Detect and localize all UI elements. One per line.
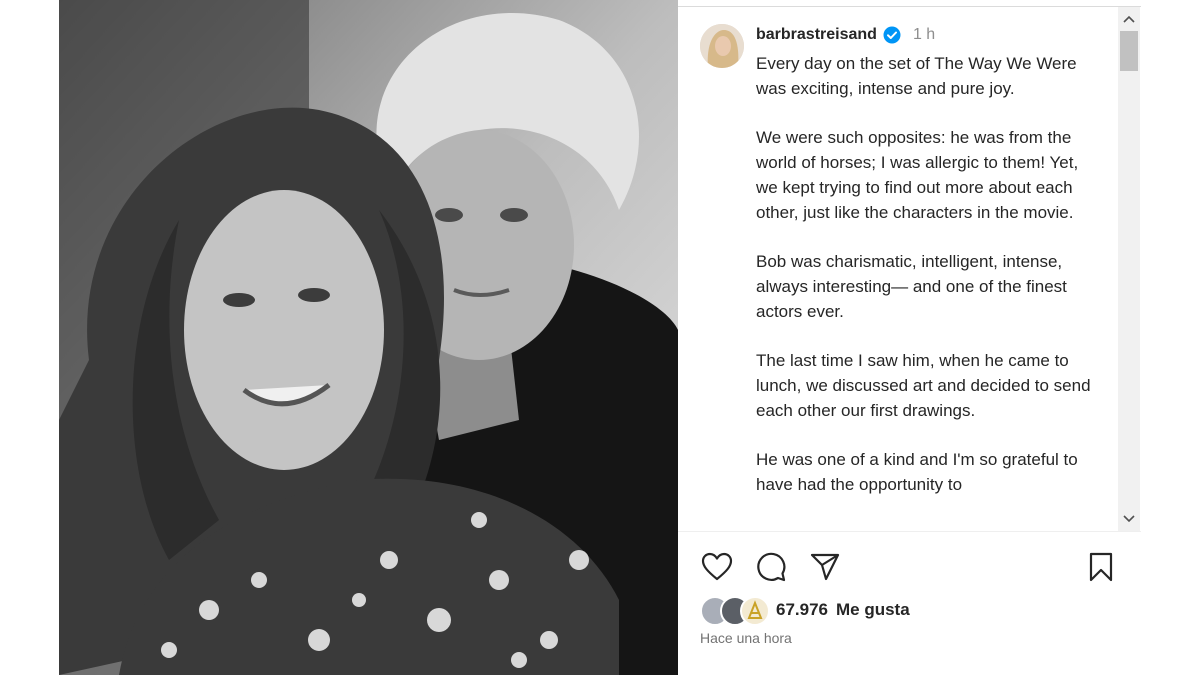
comment-button[interactable]: [754, 550, 788, 584]
liker-avatars: [700, 596, 770, 626]
post-actions-bar: [700, 550, 1120, 586]
comment-bubble-icon: [757, 552, 786, 582]
caption-scrollbar[interactable]: [1118, 7, 1140, 531]
actions-divider: [678, 531, 1141, 532]
avatar[interactable]: [700, 24, 744, 68]
post-photo: [59, 0, 678, 675]
liker-avatar: [740, 596, 770, 626]
like-button[interactable]: [700, 550, 734, 584]
likes-count[interactable]: 67.976: [776, 600, 828, 620]
paper-plane-icon: [810, 553, 840, 581]
caption-paragraph: The last time I saw him, when he came to…: [756, 351, 1091, 420]
heart-icon: [701, 552, 733, 581]
share-button[interactable]: [808, 550, 842, 584]
likes-summary[interactable]: 67.976 Me gusta: [700, 596, 910, 626]
save-button[interactable]: [1084, 550, 1118, 584]
scroll-thumb[interactable]: [1120, 31, 1138, 71]
verified-badge-icon: [883, 26, 901, 44]
scroll-up-button[interactable]: [1118, 9, 1140, 29]
liker-logo-icon: [747, 600, 763, 619]
photo-illustration: [59, 0, 678, 675]
avatar-image: [700, 24, 744, 68]
caption-scroll-area[interactable]: barbrastreisand 1 h Every day on the set…: [678, 7, 1118, 531]
likes-label[interactable]: Me gusta: [836, 600, 910, 620]
caption-paragraph: Every day on the set of The Way We Were …: [756, 54, 1077, 98]
caption-paragraph: Bob was charismatic, intelligent, intens…: [756, 252, 1067, 321]
caption-paragraph: He was one of a kind and I'm so grateful…: [756, 450, 1078, 494]
chevron-up-icon: [1123, 15, 1135, 23]
post-details-panel: barbrastreisand 1 h Every day on the set…: [678, 0, 1141, 675]
post-caption: Every day on the set of The Way We Were …: [756, 51, 1101, 521]
username-link[interactable]: barbrastreisand: [756, 26, 877, 44]
scroll-down-button[interactable]: [1118, 509, 1140, 529]
post-time[interactable]: 1 h: [913, 26, 935, 44]
post-header: barbrastreisand 1 h: [756, 26, 935, 44]
caption-paragraph: We were such opposites: he was from the …: [756, 128, 1079, 222]
bookmark-icon: [1089, 552, 1113, 582]
post-date[interactable]: Hace una hora: [700, 630, 792, 646]
chevron-down-icon: [1123, 515, 1135, 523]
